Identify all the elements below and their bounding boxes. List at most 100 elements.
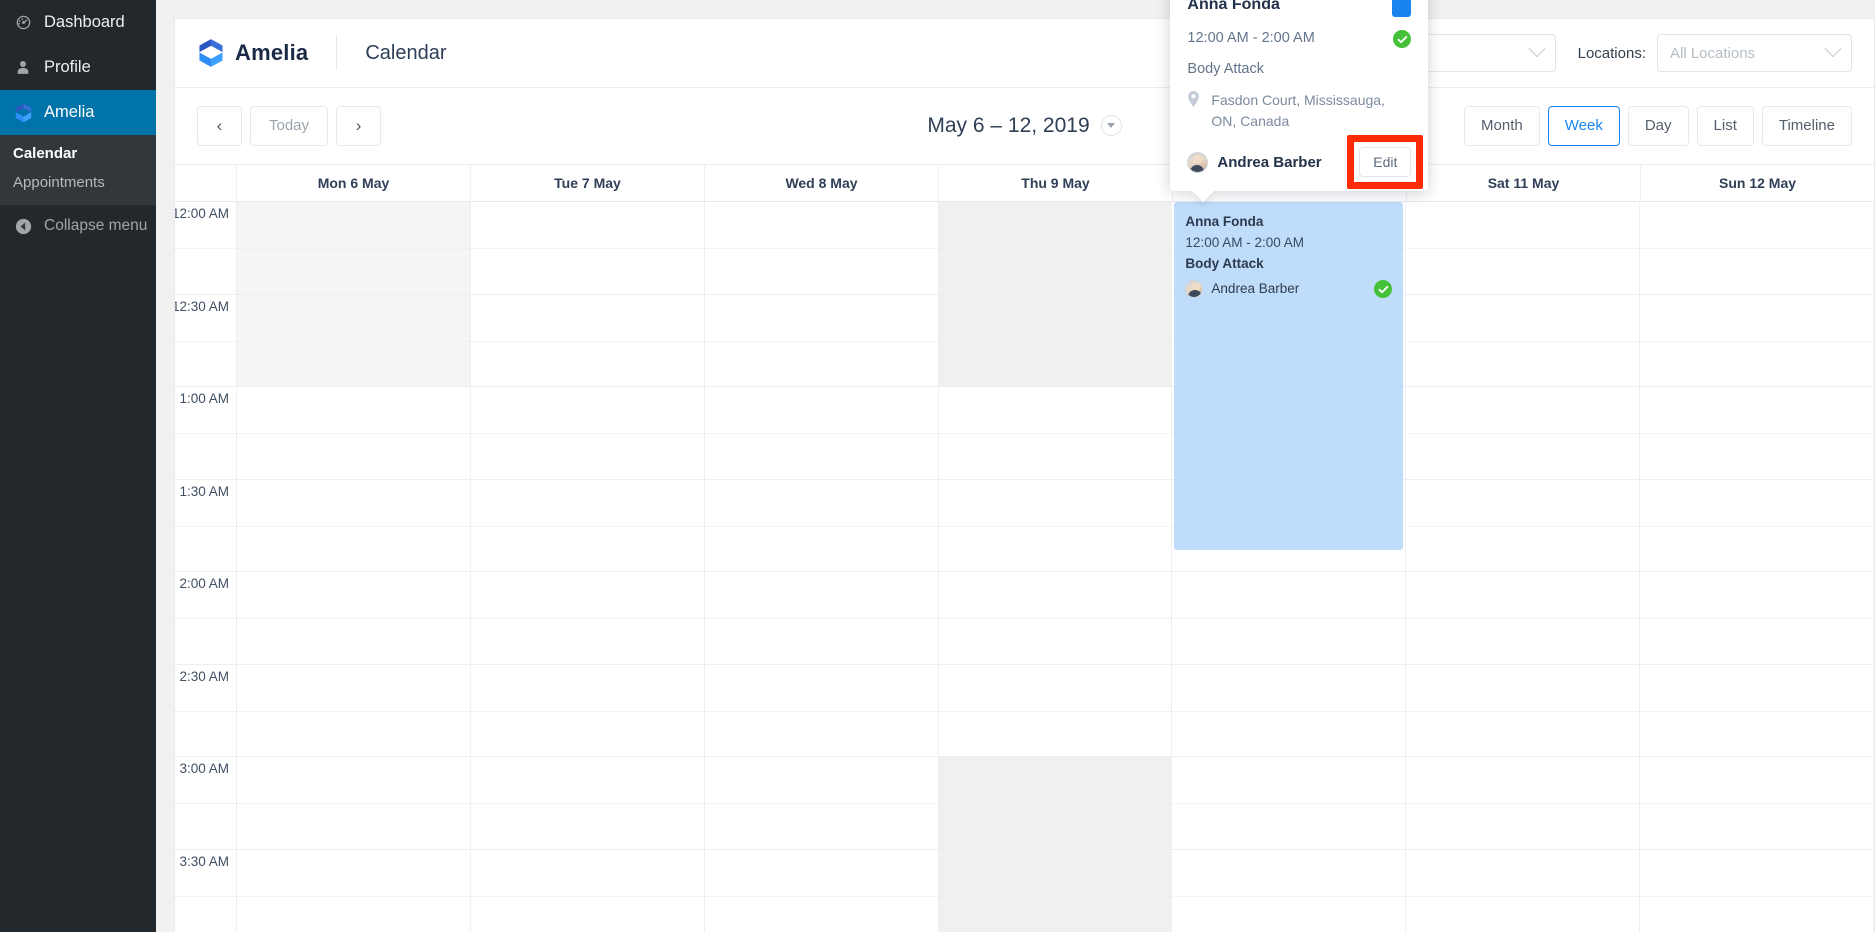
sidebar-item-amelia-label: Amelia: [44, 103, 94, 122]
header-divider: [336, 36, 337, 70]
sidebar-item-amelia[interactable]: Amelia: [0, 90, 156, 135]
time-slot: 1:30 AM: [175, 480, 236, 573]
calendar-cell[interactable]: [705, 202, 938, 295]
calendar-cell[interactable]: [1640, 202, 1873, 295]
wordpress-admin-sidebar: Dashboard Profile Amelia Calendar Appoin…: [0, 0, 156, 932]
calendar-cell[interactable]: [237, 572, 470, 665]
calendar-cell[interactable]: [705, 665, 938, 758]
day-column-wed[interactable]: [705, 202, 939, 932]
calendar-cell[interactable]: [237, 757, 470, 850]
calendar-cell[interactable]: [1406, 480, 1639, 573]
calendar-cell[interactable]: [471, 665, 704, 758]
date-picker-caret-icon[interactable]: [1101, 115, 1122, 136]
popover-time-row: 12:00 AM - 2:00 AM: [1187, 30, 1411, 48]
day-header-mon[interactable]: Mon 6 May: [237, 165, 471, 201]
calendar-cell[interactable]: [939, 757, 1172, 850]
calendar-cell[interactable]: [705, 850, 938, 932]
calendar-cell[interactable]: [1406, 387, 1639, 480]
calendar-cell[interactable]: [705, 480, 938, 573]
event-employee-row: Andrea Barber: [1185, 279, 1392, 300]
calendar-cell[interactable]: [237, 202, 470, 295]
day-column-mon[interactable]: [237, 202, 471, 932]
collapse-menu-button[interactable]: Collapse menu: [0, 205, 156, 247]
calendar-cell[interactable]: [705, 757, 938, 850]
view-button-timeline[interactable]: Timeline: [1762, 106, 1852, 146]
day-column-thu[interactable]: [939, 202, 1173, 932]
calendar-cell[interactable]: [1172, 757, 1405, 850]
calendar-cell[interactable]: [1406, 757, 1639, 850]
time-slot: 2:00 AM: [175, 572, 236, 665]
calendar-cell[interactable]: [1640, 572, 1873, 665]
calendar-cell[interactable]: [237, 480, 470, 573]
sidebar-subitem-appointments[interactable]: Appointments: [0, 168, 156, 197]
calendar-cell[interactable]: [939, 480, 1172, 573]
location-pin-icon: [1187, 91, 1203, 110]
day-header-wed[interactable]: Wed 8 May: [705, 165, 939, 201]
calendar-cell[interactable]: [1640, 757, 1873, 850]
calendar-cell[interactable]: [939, 850, 1172, 932]
calendar-cell[interactable]: [1406, 295, 1639, 388]
day-header-sat[interactable]: Sat 11 May: [1407, 165, 1641, 201]
today-button[interactable]: Today: [250, 106, 328, 146]
time-slot: 12:30 AM: [175, 295, 236, 388]
calendar-cell[interactable]: [939, 202, 1172, 295]
calendar-cell[interactable]: [471, 480, 704, 573]
calendar-cell[interactable]: [1640, 480, 1873, 573]
calendar-cell[interactable]: [1640, 387, 1873, 480]
calendar-cell[interactable]: [1172, 665, 1405, 758]
sidebar-item-dashboard[interactable]: Dashboard: [0, 0, 156, 45]
day-column-tue[interactable]: [471, 202, 705, 932]
collapse-arrow-icon: [10, 218, 36, 235]
calendar-body: 12:00 AM 12:30 AM 1:00 AM 1:30 AM 2:00 A…: [175, 202, 1874, 932]
day-header-thu[interactable]: Thu 9 May: [939, 165, 1173, 201]
calendar-cell[interactable]: [1640, 850, 1873, 932]
calendar-cell[interactable]: [705, 387, 938, 480]
sidebar-subitem-calendar[interactable]: Calendar: [0, 139, 156, 168]
calendar-cell[interactable]: [1640, 295, 1873, 388]
edit-button[interactable]: Edit: [1359, 147, 1411, 177]
calendar-cell[interactable]: [237, 387, 470, 480]
calendar-cell[interactable]: [1406, 202, 1639, 295]
calendar-cell[interactable]: [1172, 850, 1405, 932]
calendar-cell[interactable]: [471, 387, 704, 480]
calendar-cell[interactable]: [939, 295, 1172, 388]
calendar-cell[interactable]: [705, 572, 938, 665]
event-employee-name: Andrea Barber: [1211, 279, 1299, 300]
calendar-cell[interactable]: [1172, 572, 1405, 665]
day-column-sat[interactable]: [1406, 202, 1640, 932]
view-button-day[interactable]: Day: [1628, 106, 1689, 146]
dashboard-icon: [10, 13, 36, 33]
calendar-cell[interactable]: [471, 757, 704, 850]
sidebar-item-profile[interactable]: Profile: [0, 45, 156, 90]
calendar-cell[interactable]: [705, 295, 938, 388]
calendar-cell[interactable]: [471, 850, 704, 932]
calendar-event-body-attack[interactable]: Anna Fonda 12:00 AM - 2:00 AM Body Attac…: [1174, 202, 1403, 550]
calendar-cell[interactable]: [471, 202, 704, 295]
calendar-cell[interactable]: [939, 387, 1172, 480]
calendar-cell[interactable]: [1406, 572, 1639, 665]
calendar-cell[interactable]: [237, 665, 470, 758]
brand: Amelia: [197, 38, 308, 68]
time-gutter-header: [175, 165, 237, 201]
calendar-cell[interactable]: [237, 295, 470, 388]
sidebar-item-dashboard-label: Dashboard: [44, 13, 125, 32]
day-column-sun[interactable]: [1640, 202, 1874, 932]
view-button-week[interactable]: Week: [1548, 106, 1620, 146]
locations-filter-select[interactable]: All Locations: [1657, 34, 1852, 72]
calendar-cell[interactable]: [237, 850, 470, 932]
calendar-cell[interactable]: [939, 665, 1172, 758]
prev-week-button[interactable]: ‹: [197, 106, 242, 146]
view-button-list[interactable]: List: [1697, 106, 1754, 146]
calendar-cell[interactable]: [471, 295, 704, 388]
popover-edit-wrap: Edit: [1359, 147, 1411, 177]
day-header-sun[interactable]: Sun 12 May: [1641, 165, 1874, 201]
calendar-cell[interactable]: [1406, 850, 1639, 932]
calendar-cell[interactable]: [1640, 665, 1873, 758]
sidebar-item-profile-label: Profile: [44, 58, 91, 77]
next-week-button[interactable]: ›: [336, 106, 381, 146]
view-button-month[interactable]: Month: [1464, 106, 1540, 146]
calendar-cell[interactable]: [939, 572, 1172, 665]
calendar-cell[interactable]: [1406, 665, 1639, 758]
day-header-tue[interactable]: Tue 7 May: [471, 165, 705, 201]
calendar-cell[interactable]: [471, 572, 704, 665]
